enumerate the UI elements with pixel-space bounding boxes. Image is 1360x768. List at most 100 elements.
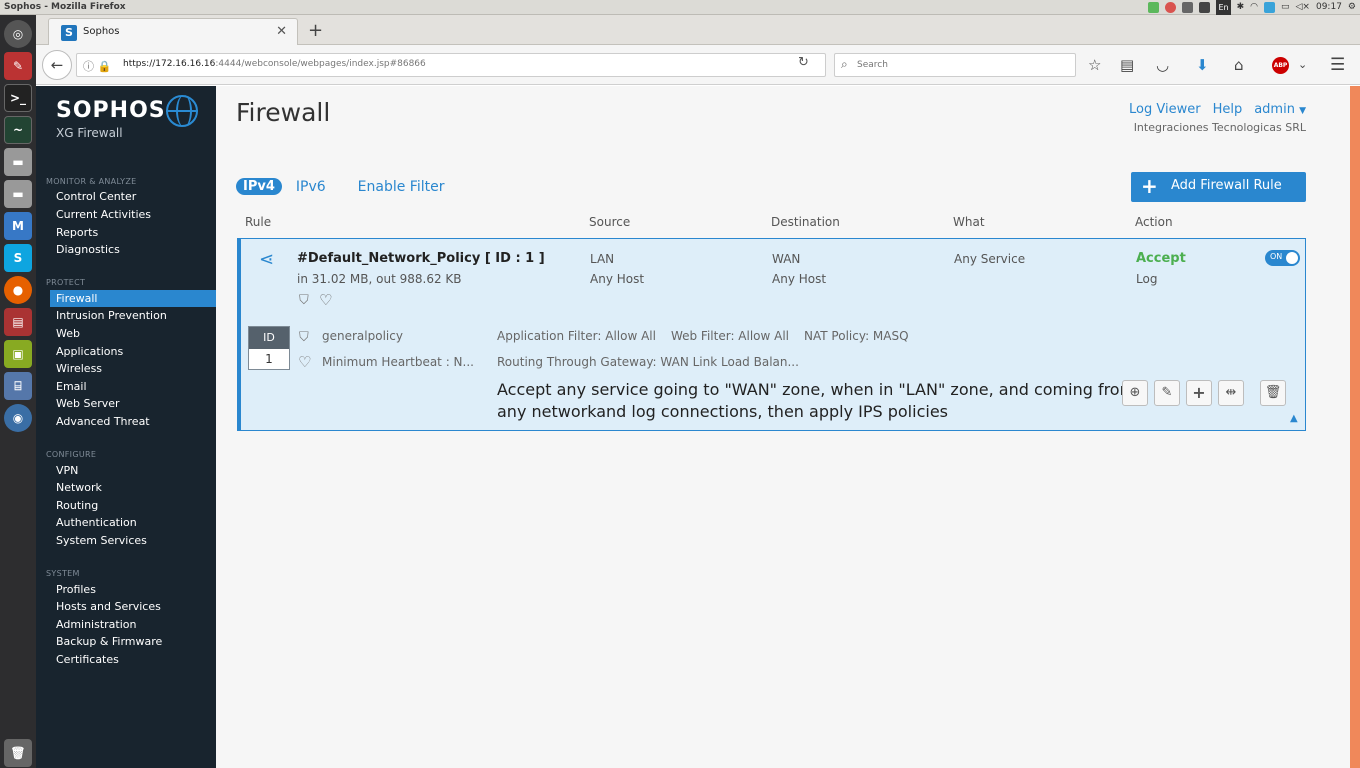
collapse-caret-icon[interactable]: ▲	[1290, 413, 1298, 424]
pocket-icon[interactable]: ◡	[1156, 56, 1169, 74]
mail-icon[interactable]	[1264, 2, 1275, 13]
sidebar-item-profiles[interactable]: Profiles	[50, 581, 216, 598]
sidebar-item-intrusion-prevention[interactable]: Intrusion Prevention	[50, 307, 216, 324]
wifi-icon[interactable]: ◠	[1250, 0, 1258, 15]
browser-tab[interactable]: S Sophos ✕	[48, 18, 298, 46]
url-bar[interactable]: ⓘ 🔒 https://172.16.16.16:4444/webconsole…	[76, 53, 826, 77]
rule-traffic: in 31.02 MB, out 988.62 KB	[297, 272, 462, 286]
sidebar-item-hosts-and-services[interactable]: Hosts and Services	[50, 598, 216, 615]
sidebar-item-email[interactable]: Email	[50, 378, 216, 395]
adblock-icon[interactable]: ABP	[1272, 57, 1289, 74]
rule-filters: Application Filter: Allow All Web Filter…	[497, 329, 909, 343]
terminal-icon[interactable]: >_	[4, 84, 32, 112]
sidebar-item-administration[interactable]: Administration	[50, 616, 216, 633]
sidebar-item-applications[interactable]: Applications	[50, 343, 216, 360]
enable-filter-link[interactable]: Enable Filter	[358, 179, 445, 195]
network-icon[interactable]: ⌸	[4, 372, 32, 400]
vm-icon[interactable]: ▣	[4, 340, 32, 368]
sidebar-item-network[interactable]: Network	[50, 479, 216, 496]
add-firewall-rule-button[interactable]: + Add Firewall Rule	[1131, 172, 1306, 202]
close-icon[interactable]: ✕	[276, 24, 287, 39]
skype-icon[interactable]: S	[4, 244, 32, 272]
hamburger-menu-icon[interactable]: ☰	[1330, 56, 1345, 74]
download-icon[interactable]: ⬇	[1196, 56, 1209, 74]
plus-icon: +	[1192, 383, 1206, 402]
reading-list-icon[interactable]: ▤	[1120, 56, 1134, 74]
sidebar-item-routing[interactable]: Routing	[50, 497, 216, 514]
system-monitor-icon[interactable]: ~	[4, 116, 32, 144]
sidebar-item-current-activities[interactable]: Current Activities	[50, 206, 216, 223]
lang-badge[interactable]: En	[1216, 0, 1231, 15]
trash-icon[interactable]: 🗑	[4, 739, 32, 767]
sidebar-item-web[interactable]: Web	[50, 325, 216, 342]
ubuntu-icon[interactable]: ◎	[4, 20, 32, 48]
home-icon[interactable]: ⌂	[1234, 56, 1244, 74]
monitor-icon[interactable]: M	[4, 212, 32, 240]
sophos-favicon-icon: S	[61, 25, 77, 41]
back-button[interactable]: ←	[42, 50, 72, 80]
sidebar-item-advanced-threat[interactable]: Advanced Threat	[50, 413, 216, 430]
reload-icon[interactable]: ↻	[798, 55, 809, 70]
tab-ipv6[interactable]: IPv6	[296, 179, 326, 195]
printer-icon[interactable]	[1182, 2, 1194, 13]
drive-icon[interactable]: ▬	[4, 148, 32, 176]
sidebar-item-certificates[interactable]: Certificates	[50, 651, 216, 668]
column-header-what: What	[953, 215, 985, 229]
column-header-destination: Destination	[771, 215, 840, 229]
new-tab-button[interactable]: +	[308, 20, 323, 41]
brand-logo-text: SOPHOS	[56, 98, 166, 123]
view-rule-button[interactable]: ⊕	[1122, 380, 1148, 406]
sidebar-item-vpn[interactable]: VPN	[50, 462, 216, 479]
sidebar-item-firewall[interactable]: Firewall	[50, 290, 216, 307]
check-icon[interactable]	[1148, 2, 1160, 13]
rule-enable-toggle[interactable]: ON	[1265, 250, 1300, 266]
updates-icon[interactable]: ◉	[4, 404, 32, 432]
admin-label: admin	[1254, 102, 1295, 117]
bookmark-star-icon[interactable]: ☆	[1088, 56, 1101, 74]
sidebar-item-system-services[interactable]: System Services	[50, 532, 216, 549]
keyboard-icon[interactable]	[1199, 2, 1211, 13]
browser-nav-bar: ← ⓘ 🔒 https://172.16.16.16:4444/webconso…	[36, 45, 1360, 85]
chevron-down-icon[interactable]: ⌄	[1298, 56, 1307, 74]
edit-rule-button[interactable]: ✎	[1154, 380, 1180, 406]
gear-icon[interactable]: ⚙	[1348, 0, 1356, 15]
admin-menu[interactable]: admin ▼	[1254, 102, 1306, 117]
rule-name[interactable]: #Default_Network_Policy [ ID : 1 ]	[297, 251, 545, 266]
rule-id-box: ID 1	[248, 326, 290, 370]
sidebar-item-web-server[interactable]: Web Server	[50, 395, 216, 412]
add-rule-button[interactable]: +	[1186, 380, 1212, 406]
volume-icon[interactable]: ◁×	[1296, 0, 1310, 15]
rule-service: Any Service	[954, 252, 1026, 266]
settings-icon[interactable]: ✎	[4, 52, 32, 80]
log-viewer-link[interactable]: Log Viewer	[1129, 102, 1201, 117]
section-monitor-analyze: MONITOR & ANALYZE	[46, 177, 137, 186]
tab-ipv4[interactable]: IPv4	[236, 178, 282, 195]
tab-title: Sophos	[83, 26, 120, 37]
sidebar-item-control-center[interactable]: Control Center	[50, 188, 216, 205]
block-icon[interactable]	[1165, 2, 1177, 13]
search-input[interactable]	[857, 56, 1067, 74]
routing-gateway: Routing Through Gateway: WAN Link Load B…	[497, 355, 799, 369]
clock[interactable]: 09:17	[1316, 0, 1342, 15]
system-tray: En ✱ ◠ ▭ ◁× 09:17 ⚙	[1148, 0, 1356, 15]
move-rule-button[interactable]: ⇹	[1218, 380, 1244, 406]
browser-tab-bar: S Sophos ✕ +	[36, 15, 1360, 46]
sidebar-item-diagnostics[interactable]: Diagnostics	[50, 241, 216, 258]
sidebar-item-authentication[interactable]: Authentication	[50, 514, 216, 531]
battery-icon[interactable]: ▭	[1281, 0, 1290, 15]
drive-icon[interactable]: ▬	[4, 180, 32, 208]
files-icon[interactable]: ▤	[4, 308, 32, 336]
info-lock-icon[interactable]: ⓘ 🔒	[83, 58, 111, 74]
bluetooth-icon[interactable]: ✱	[1237, 0, 1245, 15]
sidebar-item-backup-firmware[interactable]: Backup & Firmware	[50, 633, 216, 650]
firewall-rule-row[interactable]: ⋖ #Default_Network_Policy [ ID : 1 ] in …	[237, 238, 1306, 431]
search-box[interactable]: ⌕	[834, 53, 1076, 77]
sidebar-item-wireless[interactable]: Wireless	[50, 360, 216, 377]
page-scrollbar[interactable]	[1350, 86, 1360, 768]
delete-rule-button[interactable]: 🗑	[1260, 380, 1286, 406]
url-text[interactable]: https://172.16.16.16:4444/webconsole/web…	[123, 59, 426, 69]
firefox-icon[interactable]: ●	[4, 276, 32, 304]
trash-icon: 🗑	[1264, 385, 1282, 400]
help-link[interactable]: Help	[1213, 102, 1243, 117]
sidebar-item-reports[interactable]: Reports	[50, 224, 216, 241]
